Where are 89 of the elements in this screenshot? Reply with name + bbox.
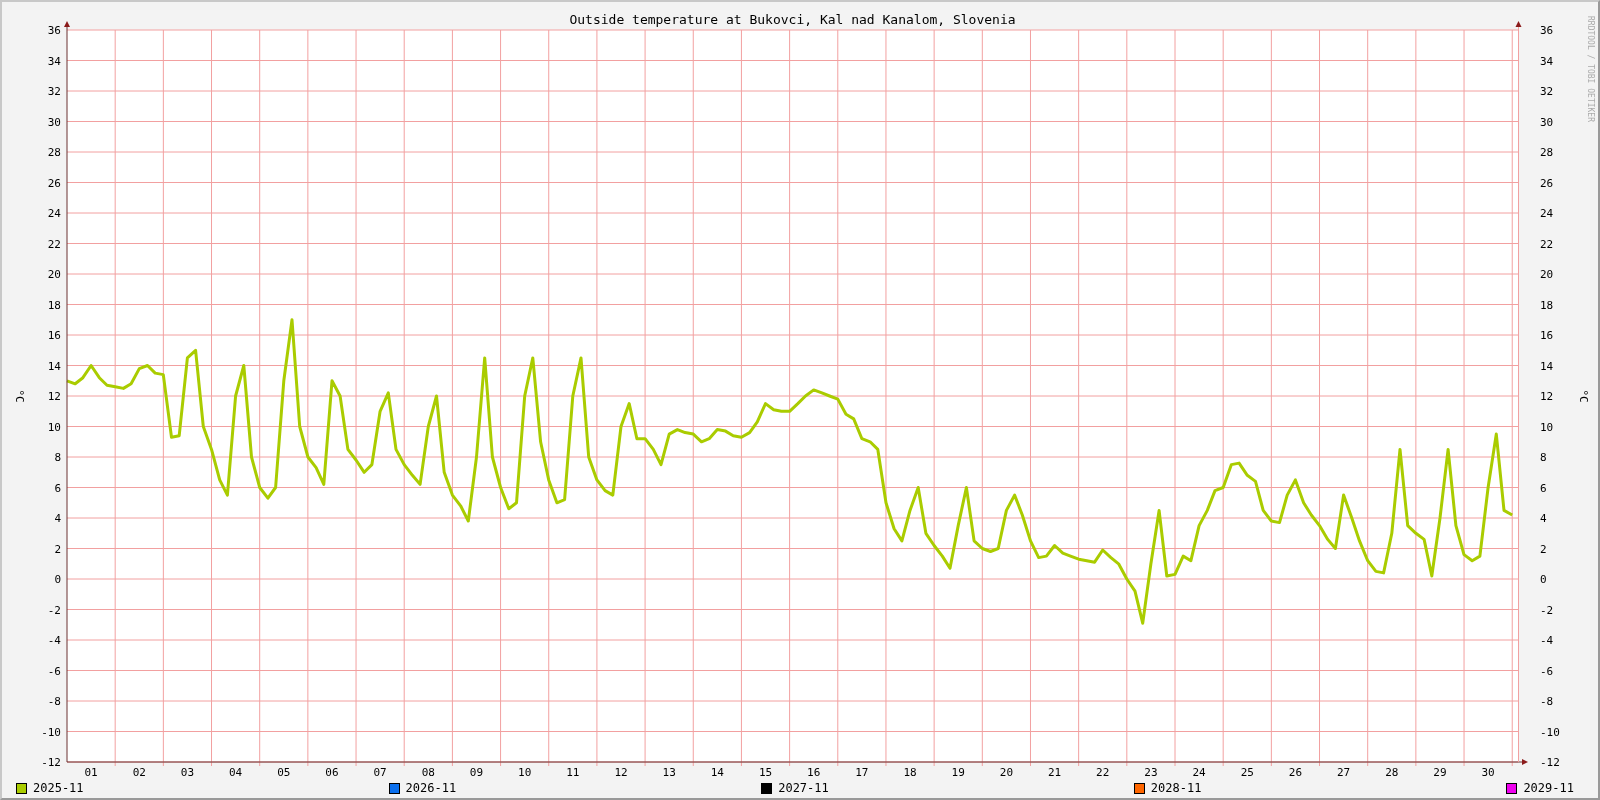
x-tick-label: 16 [807,766,821,779]
y-tick-label: 24 [1540,207,1554,220]
x-tick-label: 30 [1481,766,1495,779]
y-tick-label: -8 [1540,695,1554,708]
y-tick-label: 20 [1540,268,1554,281]
y-tick-label: -10 [41,725,61,739]
y-tick-label: -8 [47,695,61,708]
y-tick-label: 22 [1540,237,1554,251]
y-tick-label: 8 [54,451,61,464]
y-tick-label: 12 [1540,390,1554,403]
y-tick-label: -6 [1540,664,1554,678]
x-tick-label: 14 [710,766,724,779]
y-tick-label: 20 [47,268,61,281]
y-tick-label: 22 [47,237,61,251]
y-tick-label: 24 [47,207,61,220]
y-tick-label: 36 [1540,24,1554,37]
x-tick-label: 21 [1047,766,1062,779]
x-tick-label: 07 [373,766,387,779]
x-tick-label: 26 [1288,766,1303,779]
x-tick-label: 12 [614,766,628,779]
axis-unit-label: °C [13,389,26,403]
x-tick-label: 23 [1144,766,1158,779]
x-tick-label: 29 [1433,766,1447,779]
y-tick-label: 2 [54,542,61,556]
y-tick-label: -12 [41,756,61,769]
y-tick-label: 10 [47,420,61,434]
x-tick-label: 03 [180,766,195,779]
x-tick-label: 01 [84,766,98,779]
x-tick-label: 02 [132,766,146,779]
y-tick-label: 0 [1540,573,1547,586]
y-tick-label: 18 [47,298,61,312]
x-tick-label: 17 [855,766,869,779]
x-tick-label: 18 [903,766,917,779]
x-tick-label: 05 [277,766,291,779]
y-tick-label: -10 [1540,725,1560,739]
x-tick-label: 10 [518,766,532,779]
chart-title: Outside temperature at Bukovci, Kal nad Kanalom, Slovenia [569,12,1016,27]
y-tick-label: 16 [47,329,61,342]
y-tick-label: 26 [1540,176,1554,190]
axis-unit-label: °C [1577,389,1590,403]
x-tick-label: 22 [1096,766,1110,779]
y-tick-label: 26 [47,176,61,190]
credit-text: RRDTOOL / TOBI OETIKER [1586,16,1595,122]
y-tick-label: 8 [1540,451,1547,464]
y-tick-label: -12 [1540,756,1560,769]
x-tick-label: 25 [1240,766,1254,779]
y-tick-label: -4 [47,634,61,647]
legend-label: 2029-11 [1523,781,1574,795]
legend-label: 2028-11 [1150,781,1202,795]
y-tick-label: 4 [54,512,61,525]
x-tick-label: 19 [951,766,965,779]
x-tick-label: 04 [229,766,243,779]
x-tick-label: 15 [758,766,773,779]
y-tick-label: 14 [47,359,61,373]
y-tick-label: 28 [1540,146,1554,159]
y-tick-label: 4 [1540,512,1547,525]
y-tick-label: 32 [1540,85,1554,98]
y-tick-label: 6 [1540,481,1547,495]
x-tick-label: 13 [662,766,676,779]
x-tick-label: 09 [469,766,484,779]
x-tick-label: 20 [999,766,1013,779]
y-tick-label: 2 [1540,542,1547,556]
y-tick-label: 28 [47,146,61,159]
x-tick-label: 27 [1337,766,1351,779]
x-tick-label: 06 [325,766,339,779]
y-tick-label: 6 [54,481,61,495]
y-tick-label: 18 [1540,298,1554,312]
y-tick-label: 0 [54,573,61,586]
y-tick-label: 16 [1540,329,1554,342]
y-tick-label: 32 [47,85,61,98]
legend-label: 2025-11 [33,781,84,795]
x-tick-label: 11 [566,766,580,779]
y-tick-label: 34 [47,54,61,68]
y-tick-label: 30 [1540,115,1554,129]
y-tick-label: -4 [1540,634,1554,647]
y-tick-label: 12 [47,390,61,403]
legend-label: 2026-11 [405,781,457,795]
y-tick-label: -2 [47,603,61,617]
x-tick-label: 08 [421,766,435,779]
x-tick-label: 24 [1192,766,1206,779]
y-tick-label: 10 [1540,420,1554,434]
y-tick-label: 14 [1540,359,1554,373]
y-tick-label: 30 [47,115,61,129]
y-tick-label: 36 [47,24,61,37]
y-tick-label: -2 [1540,603,1554,617]
x-tick-label: 28 [1385,766,1399,779]
y-tick-label: -6 [47,664,61,678]
legend-label: 2027-11 [778,781,829,795]
y-tick-label: 34 [1540,54,1554,68]
